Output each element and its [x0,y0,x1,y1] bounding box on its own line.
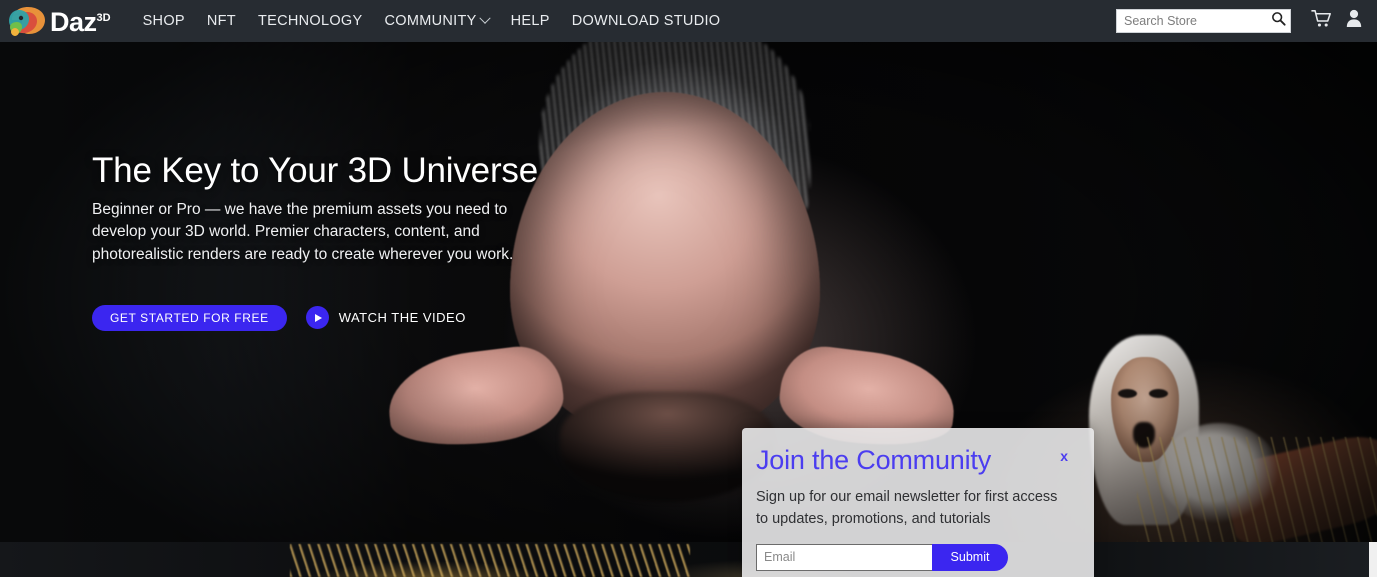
newsletter-form: Submit [756,543,1008,571]
newsletter-title: Join the Community [756,445,991,475]
account-button[interactable] [1339,0,1369,42]
watch-video-link[interactable]: WATCH THE VIDEO [305,306,466,330]
logo-wordmark: Daz3D [50,6,111,37]
daz-logo-mark-icon [8,4,48,38]
play-icon[interactable] [305,306,329,330]
nav-item-nft-label: NFT [206,13,236,29]
newsletter-description: Sign up for our email newsletter for fir… [756,489,1058,528]
cart-button[interactable] [1307,0,1337,42]
shopping-cart-icon [1311,9,1333,34]
search-input[interactable] [1124,14,1271,28]
nav-item-shop-label: SHOP [142,13,185,29]
get-started-button[interactable]: GET STARTED FOR FREE [92,304,287,331]
chevron-down-icon [478,12,491,24]
nav-item-community-label: COMMUNITY [384,13,477,29]
watch-video-label: WATCH THE VIDEO [338,310,466,326]
hero-content: The Key to Your 3D Universe Beginner or … [92,151,692,331]
page-root: Daz3D SHOP NFT TECHNOLOGY COMMUNITY HELP… [0,0,1377,577]
page-scrollbar[interactable] [1369,542,1377,577]
daz3d-logo[interactable]: Daz3D [8,0,111,42]
nav-item-download-studio[interactable]: DOWNLOAD STUDIO [561,7,732,35]
strip-gold-detail [290,544,690,577]
logo-superscript: 3D [96,11,111,24]
newsletter-popup: Join the Community x Sign up for our ema… [742,428,1094,577]
hero-call-to-action: GET STARTED FOR FREE WATCH THE VIDEO [92,304,692,331]
nav-utilities [1116,0,1377,42]
nav-item-nft[interactable]: NFT [196,7,247,35]
play-triangle [314,313,322,322]
hero-subtitle: Beginner or Pro — we have the premium as… [92,200,514,264]
close-icon[interactable]: x [1056,445,1072,467]
nav-item-community[interactable]: COMMUNITY [373,7,499,35]
nav-item-technology[interactable]: TECHNOLOGY [247,7,374,35]
nav-item-help[interactable]: HELP [500,7,561,35]
search-icon[interactable] [1271,11,1286,31]
hero-section: The Key to Your 3D Universe Beginner or … [0,42,1377,542]
submit-button[interactable]: Submit [932,543,1008,571]
user-account-icon [1346,9,1362,33]
nav-item-help-label: HELP [510,13,550,29]
below-fold-strip [0,542,1377,577]
search-store-box[interactable] [1116,9,1291,33]
top-navigation-bar: Daz3D SHOP NFT TECHNOLOGY COMMUNITY HELP… [0,0,1377,42]
nav-item-download-studio-label: DOWNLOAD STUDIO [571,13,721,29]
primary-nav: SHOP NFT TECHNOLOGY COMMUNITY HELP DOWNL… [132,7,732,35]
nav-item-technology-label: TECHNOLOGY [257,13,363,29]
email-input[interactable] [756,543,932,571]
nav-item-shop[interactable]: SHOP [132,7,196,35]
hero-title: The Key to Your 3D Universe [92,151,538,190]
